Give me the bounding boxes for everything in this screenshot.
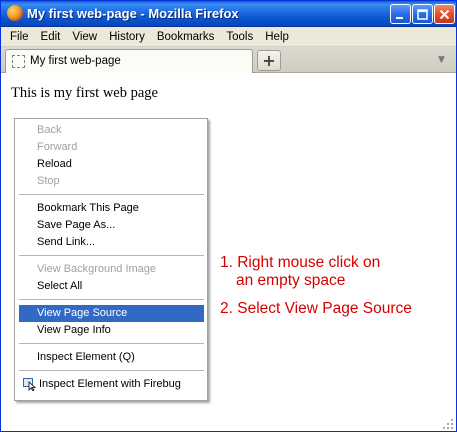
context-item-label: View Page Info (37, 324, 111, 336)
minimize-button[interactable] (390, 4, 411, 24)
firefox-logo-icon (7, 5, 23, 21)
close-button[interactable] (434, 4, 455, 24)
annotation-step-1-line-2: an empty space (236, 272, 346, 289)
context-item-label: Forward (37, 141, 78, 153)
context-item-view-page-source[interactable]: View Page Source (19, 305, 204, 322)
context-item-label: Save Page As... (37, 219, 116, 231)
context-item-label: Send Link... (37, 236, 96, 248)
context-item-view-page-info[interactable]: View Page Info (19, 322, 204, 339)
resize-grip-icon[interactable] (442, 418, 454, 430)
window-title: My first web-page - Mozilla Firefox (27, 6, 239, 21)
menu-file[interactable]: File (5, 31, 36, 43)
annotation-step-1-line-1: 1. Right mouse click on (220, 254, 381, 271)
menu-help[interactable]: Help (260, 31, 296, 43)
context-item-label: Inspect Element with Firebug (39, 378, 181, 390)
menu-history[interactable]: History (104, 31, 152, 43)
page-body-text: This is my first web page (11, 85, 158, 101)
firebug-inspect-icon (23, 378, 37, 391)
menu-separator (19, 194, 204, 195)
context-item-label: Select All (37, 280, 83, 292)
tab-label: My first web-page (30, 55, 121, 67)
new-tab-button[interactable]: + (257, 50, 281, 71)
context-item-label: View Page Source (37, 307, 128, 319)
menu-tools[interactable]: Tools (221, 31, 260, 43)
context-menu: Back Forward Reload Stop Bookmark This P… (14, 118, 208, 401)
context-item-bookmark-page[interactable]: Bookmark This Page (19, 200, 204, 217)
context-item-save-page-as[interactable]: Save Page As... (19, 217, 204, 234)
menu-separator (19, 299, 204, 300)
context-item-select-all[interactable]: Select All (19, 278, 204, 295)
menu-separator (19, 370, 204, 371)
menu-bar: File Edit View History Bookmarks Tools H… (1, 27, 456, 47)
annotation-step-1: 1. Right mouse click on an empty space (220, 254, 380, 290)
tab-my-first-web-page[interactable]: My first web-page (5, 49, 253, 73)
tab-list-dropdown-icon[interactable]: ▼ (438, 55, 445, 65)
page-favicon-icon (12, 55, 25, 68)
menu-edit[interactable]: Edit (36, 31, 68, 43)
annotation-step-2: 2. Select View Page Source (220, 300, 412, 317)
context-item-back[interactable]: Back (19, 122, 204, 139)
minimize-icon (396, 16, 403, 19)
context-item-label: View Background Image (37, 263, 157, 275)
context-item-label: Inspect Element (Q) (37, 351, 135, 363)
tab-strip: My first web-page + ▼ (1, 47, 456, 73)
maximize-button[interactable] (412, 4, 433, 24)
context-item-label: Stop (37, 175, 60, 187)
context-item-reload[interactable]: Reload (19, 156, 204, 173)
browser-window: My first web-page - Mozilla Firefox File… (0, 0, 457, 432)
maximize-icon (417, 8, 428, 20)
context-item-label: Bookmark This Page (37, 202, 139, 214)
menu-separator (19, 343, 204, 344)
context-item-label: Back (37, 124, 62, 136)
context-item-inspect-element[interactable]: Inspect Element (Q) (19, 349, 204, 366)
context-item-inspect-with-firebug[interactable]: Inspect Element with Firebug (19, 376, 204, 393)
context-item-stop[interactable]: Stop (19, 173, 204, 190)
context-item-label: Reload (37, 158, 72, 170)
close-icon (439, 9, 450, 19)
menu-bookmarks[interactable]: Bookmarks (152, 31, 222, 43)
context-item-forward[interactable]: Forward (19, 139, 204, 156)
title-bar[interactable]: My first web-page - Mozilla Firefox (1, 1, 456, 27)
menu-view[interactable]: View (67, 31, 104, 43)
menu-separator (19, 255, 204, 256)
context-item-view-background-image[interactable]: View Background Image (19, 261, 204, 278)
context-item-send-link[interactable]: Send Link... (19, 234, 204, 251)
